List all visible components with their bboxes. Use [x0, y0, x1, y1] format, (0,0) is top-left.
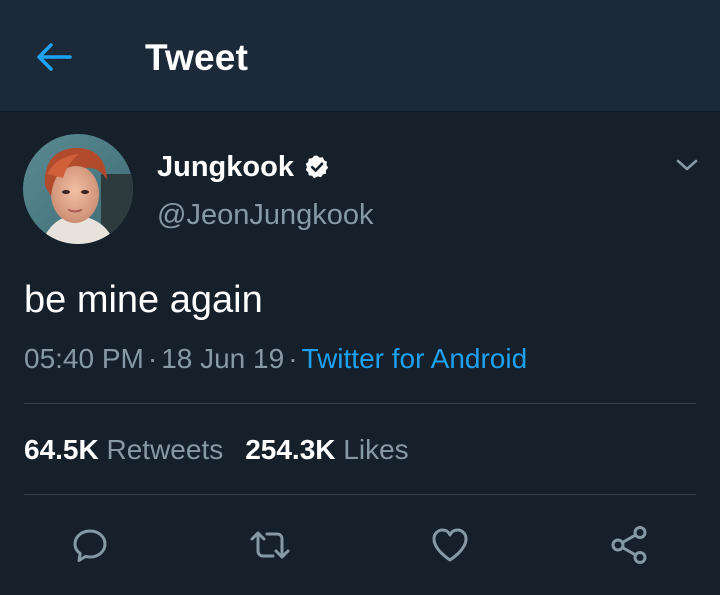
tweet-stats: 64.5K Retweets 254.3K Likes — [24, 430, 409, 470]
tweet-meta: 05:40 PM · 18 Jun 19 · Twitter for Android — [24, 340, 527, 378]
tweet-date: 18 Jun 19 — [161, 343, 285, 374]
share-button[interactable] — [606, 521, 654, 569]
reply-button[interactable] — [66, 521, 114, 569]
verified-badge-icon — [304, 154, 330, 180]
author-handle: @JeonJungkook — [157, 199, 374, 231]
meta-separator: · — [288, 343, 298, 374]
chevron-down-icon — [676, 159, 698, 171]
heart-icon — [432, 528, 468, 562]
like-button[interactable] — [426, 521, 474, 569]
top-app-bar: Tweet — [0, 0, 720, 112]
tweet-menu-button[interactable] — [670, 148, 704, 182]
likes-count: 254.3K — [245, 434, 336, 465]
display-name: Jungkook — [157, 151, 294, 183]
tweet-time: 05:40 PM — [24, 343, 144, 374]
tweet-action-bar — [0, 515, 720, 575]
retweets-label: Retweets — [106, 434, 224, 465]
tweet-text: be mine again — [24, 279, 263, 321]
divider — [24, 403, 696, 404]
likes-label: Likes — [343, 434, 409, 465]
page-title: Tweet — [145, 37, 249, 78]
tweet-detail-screen: Tweet Jungkook @JeonJungkook be mine aga… — [0, 0, 720, 595]
retweets-count: 64.5K — [24, 434, 99, 465]
divider — [24, 494, 696, 495]
retweet-button[interactable] — [246, 521, 294, 569]
avatar-photo — [23, 134, 133, 244]
reply-icon — [73, 529, 107, 562]
retweet-icon — [250, 531, 290, 559]
arrow-left-icon — [37, 43, 72, 71]
tweet-source-link[interactable]: Twitter for Android — [302, 343, 528, 374]
share-icon — [611, 526, 647, 564]
author-name-row[interactable]: Jungkook — [157, 147, 330, 187]
meta-separator: · — [147, 343, 158, 374]
avatar[interactable] — [23, 134, 133, 244]
retweets-stat[interactable]: 64.5K Retweets — [24, 434, 223, 465]
likes-stat[interactable]: 254.3K Likes — [245, 434, 408, 465]
back-button[interactable] — [30, 36, 78, 78]
